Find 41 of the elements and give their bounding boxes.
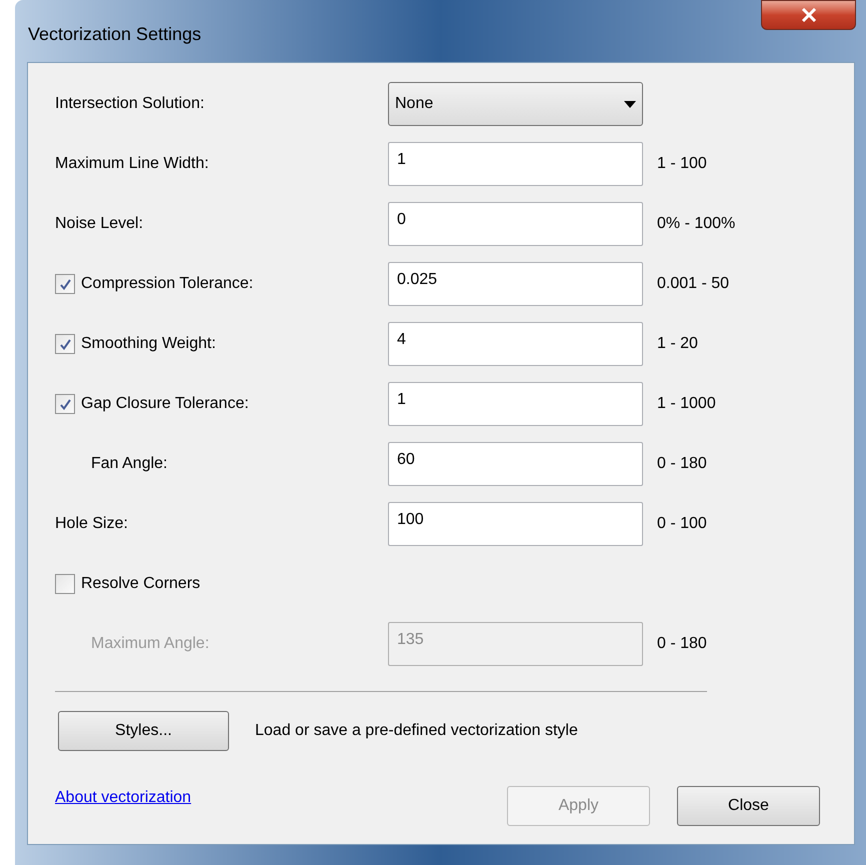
- checkmark-icon: [58, 278, 72, 290]
- input-field[interactable]: 60: [388, 442, 643, 486]
- field-label: Fan Angle:: [91, 454, 168, 474]
- field-label: Gap Closure Tolerance:: [81, 394, 249, 414]
- about-link[interactable]: About vectorization: [55, 786, 192, 810]
- checkmark-icon: [58, 338, 72, 350]
- range-text: 0 - 100: [657, 514, 707, 534]
- checkbox[interactable]: [55, 394, 75, 414]
- checkmark-icon: [58, 398, 72, 410]
- dropdown-arrow-icon: [624, 100, 636, 108]
- range-text: 0 - 180: [657, 634, 707, 654]
- input-field[interactable]: 0.025: [388, 262, 643, 306]
- input-field[interactable]: 1: [388, 142, 643, 186]
- range-text: 1 - 100: [657, 154, 707, 174]
- range-text: 0% - 100%: [657, 214, 736, 234]
- close-icon: [800, 8, 816, 22]
- input-field[interactable]: 4: [388, 322, 643, 366]
- checkbox[interactable]: [55, 334, 75, 354]
- field-label: Maximum Line Width:: [55, 154, 210, 174]
- field-label: Compression Tolerance:: [81, 274, 254, 294]
- field-label: Smoothing Weight:: [81, 334, 216, 354]
- window-title: Vectorization Settings: [28, 23, 202, 46]
- field-label: Noise Level:: [55, 214, 144, 234]
- range-text: 0.001 - 50: [657, 274, 730, 294]
- range-text: 0 - 180: [657, 454, 707, 474]
- field-label: Maximum Angle:: [91, 634, 210, 654]
- field-label: Intersection Solution:: [55, 94, 206, 114]
- field-label: Hole Size:: [55, 514, 129, 534]
- checkbox[interactable]: [55, 574, 75, 594]
- input-field[interactable]: 100: [388, 502, 643, 546]
- range-text: 1 - 20: [657, 334, 698, 354]
- input-field[interactable]: 1: [388, 382, 643, 426]
- styles-description: Load or save a pre-defined vectorization style: [255, 721, 578, 741]
- dropdown[interactable]: None: [388, 82, 643, 126]
- field-label: Resolve Corners: [81, 574, 200, 594]
- styles-button[interactable]: Styles...: [58, 711, 229, 751]
- close-button[interactable]: [761, 0, 856, 30]
- checkbox[interactable]: [55, 274, 75, 294]
- range-text: 1 - 1000: [657, 394, 716, 414]
- input-field[interactable]: 0: [388, 202, 643, 246]
- dialog-button[interactable]: Close: [677, 786, 820, 826]
